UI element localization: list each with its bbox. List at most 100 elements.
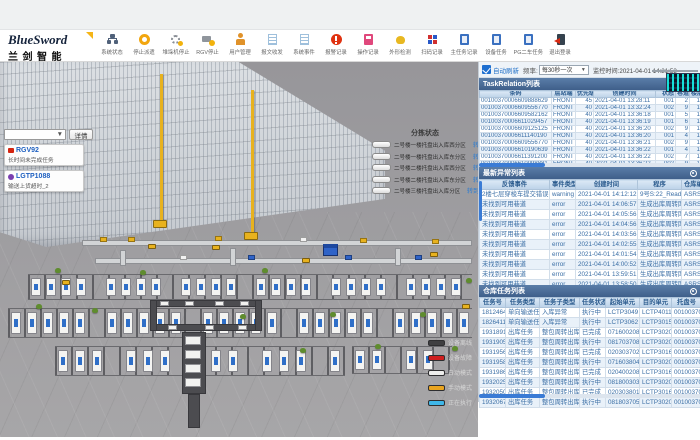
scrollbar-thumb[interactable] <box>479 394 545 398</box>
table-cell: 1931986 <box>480 368 506 378</box>
toolbar-button-alarm-record[interactable]: 报警记录 <box>320 33 352 61</box>
table-cell: 0010037000660695 <box>672 338 700 348</box>
column-header[interactable]: 事件类型 <box>550 180 576 190</box>
toolbar-button-stop-dispatch[interactable]: 停止派遣 <box>128 33 160 61</box>
table-row[interactable]: 1812464单向输送任务入库异常执行中LCTP3049LCTP40110010… <box>480 308 700 318</box>
toolbar-button-rgv-stop[interactable]: RGV停止 <box>192 33 224 61</box>
table-row[interactable]: 未找到可用巷道error2021-04-01 14:05:56生成出库周转库任务… <box>480 210 700 220</box>
column-header[interactable]: 任务子类型 <box>540 298 580 308</box>
table-row[interactable]: 未找到可用巷道error2021-04-01 14:00:52生成出库周转库任务… <box>480 260 700 270</box>
table-row[interactable]: 1931905出库任务整包周转出库执行中0817037081LCTP302000… <box>480 338 700 348</box>
table-row[interactable]: 未找到可用巷道error2021-04-01 14:02:55生成出库周转库任务… <box>480 240 700 250</box>
toolbar-button-scan-record[interactable]: 扫码记录 <box>416 33 448 61</box>
bush <box>330 312 336 317</box>
table-row[interactable]: 未找到可用巷道error2021-04-01 13:59:51生成出库周转库任务… <box>480 270 700 280</box>
toolbar-button-system-events[interactable]: 系统事件 <box>288 33 320 61</box>
detail-button[interactable]: 详情 <box>69 129 93 140</box>
column-header[interactable]: 任务类型 <box>506 298 540 308</box>
toolbar-button-label: RGV停止 <box>197 47 220 55</box>
settings-gear-icon[interactable] <box>690 170 697 177</box>
alarm-card-LGTP1088[interactable]: LGTP1088输送上货超时_2 <box>4 170 84 192</box>
table-row[interactable]: 00100370006610190639FRONT402021-04-01 13… <box>480 147 700 154</box>
table-row[interactable]: 2楼七层穿梭车提交错误:节点长度warning2021-04-01 14:12:… <box>480 190 700 200</box>
table-cell: 9 <box>676 105 690 112</box>
zone-toggle-pill[interactable] <box>372 153 391 160</box>
table-row[interactable]: 00100370006609582162FRONT402021-04-01 13… <box>480 112 700 119</box>
table-row[interactable]: 未找到可用巷道error2021-04-01 14:03:56生成出库周转库任务… <box>480 230 700 240</box>
table-row[interactable]: 1932025出库任务整包周转出库执行中0818003032LCTP302000… <box>480 378 700 388</box>
table-row[interactable]: 1826411单向输送任务入库异常执行中LCTP3062LCTP30150010… <box>480 318 700 328</box>
column-header[interactable]: 优先级 <box>576 91 594 98</box>
pallet <box>296 350 306 372</box>
table-row[interactable]: 00100370006609125125FRONT402021-04-01 13… <box>480 126 700 133</box>
table-row[interactable]: 1932067出库任务整包周转出库执行中0818037052LCTP302000… <box>480 398 700 408</box>
vertical-scrollbar-thumb[interactable] <box>479 181 482 221</box>
column-header[interactable]: 程序 <box>638 180 682 190</box>
zone-toggle-pill[interactable] <box>372 141 391 148</box>
column-header[interactable]: 目的单元 <box>640 298 672 308</box>
horizontal-scrollbar[interactable] <box>479 394 700 398</box>
table-row[interactable]: 00100370006609888629FRONT452021-04-01 13… <box>480 98 700 105</box>
toolbar-button-pg-task[interactable]: PG二车任务 <box>512 33 544 61</box>
settings-gear-icon[interactable] <box>690 288 697 295</box>
table-cell: 整包周转出库 <box>540 348 580 358</box>
table-cell: ASRS_LC2 <box>682 270 700 280</box>
zone-goto-link[interactable]: 转到 <box>467 186 478 195</box>
toolbar-button-logout[interactable]: 退出登录 <box>544 33 576 61</box>
toolbar-button-user-management[interactable]: 用户管理 <box>224 33 256 61</box>
table-row[interactable]: 1931986出库任务整包周转出库已完成0204002081LCTP301600… <box>480 368 700 378</box>
table-row[interactable]: 未找到可用巷道error2021-04-01 14:01:54生成出库周转库任务… <box>480 250 700 260</box>
table-row[interactable]: 1931958出库任务整包周转出库执行中0716038042LCTP302000… <box>480 358 700 368</box>
column-header[interactable]: 创建时间 <box>594 91 656 98</box>
minimap-thumbnail[interactable] <box>666 73 700 92</box>
table-row[interactable]: 00100370006611140190FRONT402021-04-01 13… <box>480 133 700 140</box>
chevron-down-icon: ▼ <box>581 67 586 73</box>
toolbar-button-device-task[interactable]: 设备任务 <box>480 33 512 61</box>
table-row[interactable]: 1931956出库任务整包周转出库已完成0203037022LCTP301600… <box>480 348 700 358</box>
table-cell: 40 <box>576 140 594 147</box>
column-header[interactable]: 任务号 <box>480 298 506 308</box>
table-row[interactable]: 00100370006609556770FRONT402021-04-01 13… <box>480 105 700 112</box>
table-cell: 出库任务 <box>506 338 540 348</box>
column-header[interactable]: 条码 <box>480 91 552 98</box>
toolbar-button-main-task-record[interactable]: 主任务记录 <box>448 33 480 61</box>
toolbar-button-stacker-stop[interactable]: 堆垛机停止 <box>160 33 192 61</box>
table-row[interactable]: 1931891出库任务整包周转出库已完成0716002082LCTP302000… <box>480 328 700 338</box>
table-row[interactable]: 未找到可用巷道error2021-04-01 14:06:57生成出库周转库任务… <box>480 200 700 210</box>
column-header[interactable]: 仓库编号 <box>682 180 700 190</box>
toolbar-button-profile-check[interactable]: 外形检测 <box>384 33 416 61</box>
zone-toggle-pill[interactable] <box>372 176 391 183</box>
table-row[interactable]: 00100370006611391200FRONT402021-04-01 13… <box>480 154 700 161</box>
column-header[interactable]: 层站端 <box>552 91 576 98</box>
toolbar-button-message-log[interactable]: 报文收发 <box>256 33 288 61</box>
pallet <box>46 278 56 296</box>
system-events-icon <box>298 33 311 46</box>
viewport-3d-warehouse[interactable]: ▼ 详情 RGV92长时间未完成任务LGTP1088输送上货超时_2 分拣状态 … <box>0 62 478 437</box>
agv-vehicle <box>462 304 470 309</box>
outfeed-pallet <box>185 336 201 345</box>
table-row[interactable]: 00100370006611029457FRONT402021-04-01 13… <box>480 119 700 126</box>
device-filter-select[interactable]: ▼ <box>4 129 66 140</box>
auto-refresh-checkbox[interactable] <box>482 65 491 74</box>
table-cell: 40 <box>576 147 594 154</box>
table-row[interactable]: 00100370006609556770FRONT402021-04-01 13… <box>480 140 700 147</box>
zone-toggle-pill[interactable] <box>372 187 391 194</box>
table-cell: 2021-04-01 13:28:11 <box>594 98 656 105</box>
toolbar-button-operation-record[interactable]: 操作记录 <box>352 33 384 61</box>
pallet <box>92 350 102 372</box>
zone-toggle-pill[interactable] <box>372 164 391 171</box>
column-header[interactable]: 起始单元 <box>606 298 640 308</box>
table-cell: 1826411 <box>480 318 506 328</box>
frequency-select[interactable]: 每30秒一次 ▼ <box>539 65 589 75</box>
column-header[interactable]: 任务状态 <box>580 298 606 308</box>
pallet <box>315 312 325 334</box>
column-header[interactable]: 反馈事件 <box>480 180 550 190</box>
toolbar-button-system-status[interactable]: 系统状态 <box>96 33 128 61</box>
brand-name-cn: 兰剑智能 <box>8 48 98 63</box>
column-header[interactable]: 创建时间 <box>576 180 638 190</box>
column-header[interactable]: 托盘号 <box>672 298 700 308</box>
table-row[interactable]: 未找到可用巷道error2021-04-01 14:04:56生成出库周转库任务… <box>480 220 700 230</box>
alarm-card-RGV92[interactable]: RGV92长时间未完成任务 <box>4 144 84 166</box>
table-cell: 生成出库周转库任务请求 <box>638 220 682 230</box>
toolbar-button-label: 报警记录 <box>325 47 347 55</box>
